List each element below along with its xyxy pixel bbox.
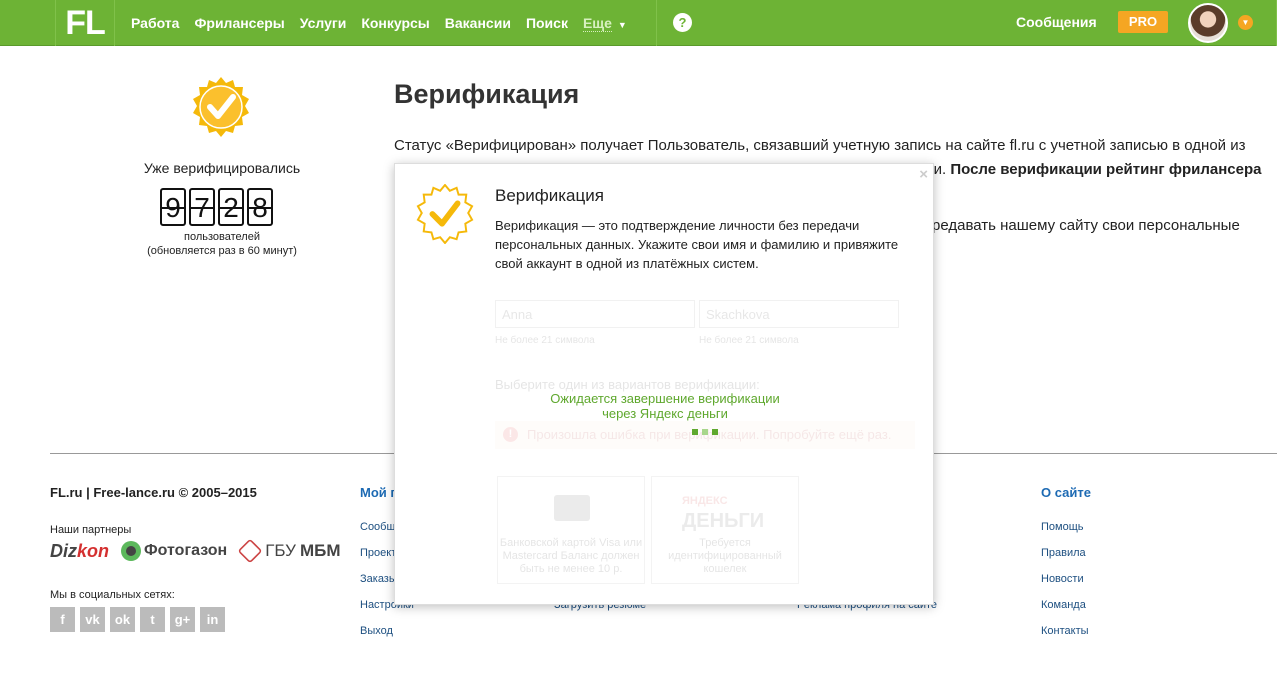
counter-digit: 7 [189, 188, 215, 226]
user-menu-chevron-icon[interactable]: ▼ [1238, 15, 1253, 30]
close-icon[interactable]: × [919, 166, 928, 183]
pro-button[interactable]: PRO [1118, 11, 1168, 33]
yandex-money-logo-small: ЯНДЕКС [682, 495, 728, 507]
help-icon[interactable]: ? [673, 13, 692, 32]
social-links: f vk ok t g+ in [50, 607, 225, 632]
bank-card-option-text: Банковской картой Visa или Mastercard Ба… [499, 537, 643, 575]
nav-more-label: Еще [582, 15, 612, 32]
footer-link-rules[interactable]: Правила [1041, 547, 1086, 559]
yandex-money-logo-text: ДЕНЬГИ [682, 510, 765, 532]
dizkon-logo-part-a: Diz [50, 540, 77, 561]
footer-link-projects[interactable]: Проект [360, 547, 396, 559]
google-plus-icon[interactable]: g+ [170, 607, 195, 632]
nav-item-freelancers[interactable]: Фрилансеры [194, 15, 284, 31]
bank-card-option[interactable]: Банковской картой Visa или Mastercard Ба… [497, 476, 645, 584]
yandex-money-logo: ЯНДЕКС ДЕНЬГИ [682, 491, 764, 531]
last-name-input[interactable] [699, 300, 899, 328]
first-name-hint: Не более 21 символа [495, 335, 595, 346]
counter-units-label: пользователей [184, 231, 260, 243]
counter-update-note: (обновляется раз в 60 минут) [147, 245, 297, 257]
main-nav: Работа Фрилансеры Услуги Конкурсы Ваканс… [131, 0, 642, 46]
error-message: Произошла ошибка при верификации. Попроб… [495, 421, 915, 449]
fotogazon-logo[interactable]: Фотогазон [121, 541, 227, 561]
nav-item-search[interactable]: Поиск [526, 15, 568, 31]
loading-dot [692, 429, 698, 435]
avatar[interactable] [1188, 3, 1228, 43]
yandex-money-option[interactable]: ЯНДЕКС ДЕНЬГИ Требуется идентифицированны… [651, 476, 799, 584]
verification-modal: × Верификация Верификация — это подтверж… [394, 163, 934, 605]
twitter-icon[interactable]: t [140, 607, 165, 632]
nav-item-contests[interactable]: Конкурсы [361, 15, 429, 31]
linkedin-icon[interactable]: in [200, 607, 225, 632]
footer-link-team[interactable]: Команда [1041, 599, 1086, 611]
gbu-label: ГБУ [265, 541, 296, 560]
dizkon-logo[interactable]: Dizkon [50, 541, 109, 562]
fotogazon-label: Фотогазон [144, 542, 228, 559]
footer-link-messages[interactable]: Сообщ [360, 521, 396, 533]
facebook-icon[interactable]: f [50, 607, 75, 632]
credit-card-icon [554, 495, 590, 521]
waiting-line-2: через Яндекс деньги [602, 406, 728, 421]
counter-digit: 2 [218, 188, 244, 226]
footer-link-orders[interactable]: Заказы [360, 573, 397, 585]
social-title: Мы в социальных сетях: [50, 589, 175, 601]
intro-paragraph-2: редавать нашему сайту свои персональные [932, 217, 1240, 234]
gbu-mbm-logo[interactable]: ГБУ МБМ [237, 538, 341, 564]
top-navigation-bar: FL Работа Фрилансеры Услуги Конкурсы Вак… [0, 0, 1277, 46]
first-name-input[interactable] [495, 300, 695, 328]
nav-divider [656, 0, 657, 46]
loading-dot [702, 429, 708, 435]
footer-link-logout[interactable]: Выход [360, 625, 393, 637]
page-title: Верификация [394, 79, 580, 109]
mbm-label: МБМ [299, 541, 341, 560]
footer-link-news[interactable]: Новости [1041, 573, 1084, 585]
counter-digit: 9 [160, 188, 186, 226]
footer-col-my-title: Мой п [360, 485, 399, 500]
fotogazon-icon [121, 541, 142, 561]
modal-description: Верификация — это подтверждение личности… [495, 218, 899, 271]
partners-logos: Dizkon Фотогазон ГБУ МБМ [50, 538, 341, 564]
intro-bold-text: После верификации рейтинг фрилансера [950, 161, 1262, 178]
nav-item-work[interactable]: Работа [131, 15, 179, 31]
verified-counter: 9 7 2 8 [160, 188, 273, 226]
vk-icon[interactable]: vk [80, 607, 105, 632]
nav-item-more[interactable]: Еще ▼ [582, 15, 627, 32]
yandex-money-option-text: Требуется идентифицированный кошелек [668, 537, 782, 575]
loading-spinner [692, 429, 718, 435]
waiting-line-1: Ожидается завершение верификации [550, 391, 780, 406]
footer-link-help[interactable]: Помощь [1041, 521, 1084, 533]
footer-col-about-title: О сайте [1041, 485, 1091, 500]
loading-dot [712, 429, 718, 435]
modal-title: Верификация [495, 186, 604, 205]
nav-item-services[interactable]: Услуги [300, 15, 347, 31]
counter-digit: 8 [247, 188, 273, 226]
odnoklassniki-icon[interactable]: ok [110, 607, 135, 632]
nav-item-vacancies[interactable]: Вакансии [445, 15, 511, 31]
footer-copyright: FL.ru | Free-lance.ru © 2005–2015 [50, 485, 257, 500]
choose-method-label: Выберите один из вариантов верификации: [495, 377, 760, 392]
dizkon-logo-part-b: kon [77, 540, 110, 561]
last-name-hint: Не более 21 символа [699, 335, 799, 346]
verified-count-label: Уже верифицировались [143, 160, 301, 176]
site-logo[interactable]: FL [55, 0, 115, 46]
gbu-emblem-icon [237, 538, 263, 564]
verified-badge-icon [193, 77, 249, 137]
chevron-down-icon: ▼ [617, 20, 627, 30]
waiting-status: Ожидается завершение верификации через Я… [395, 391, 935, 421]
footer-link-contacts[interactable]: Контакты [1041, 625, 1089, 637]
verified-badge-outline-icon [416, 184, 474, 244]
partners-title: Наши партнеры [50, 524, 132, 536]
messages-link[interactable]: Сообщения [1016, 14, 1097, 30]
